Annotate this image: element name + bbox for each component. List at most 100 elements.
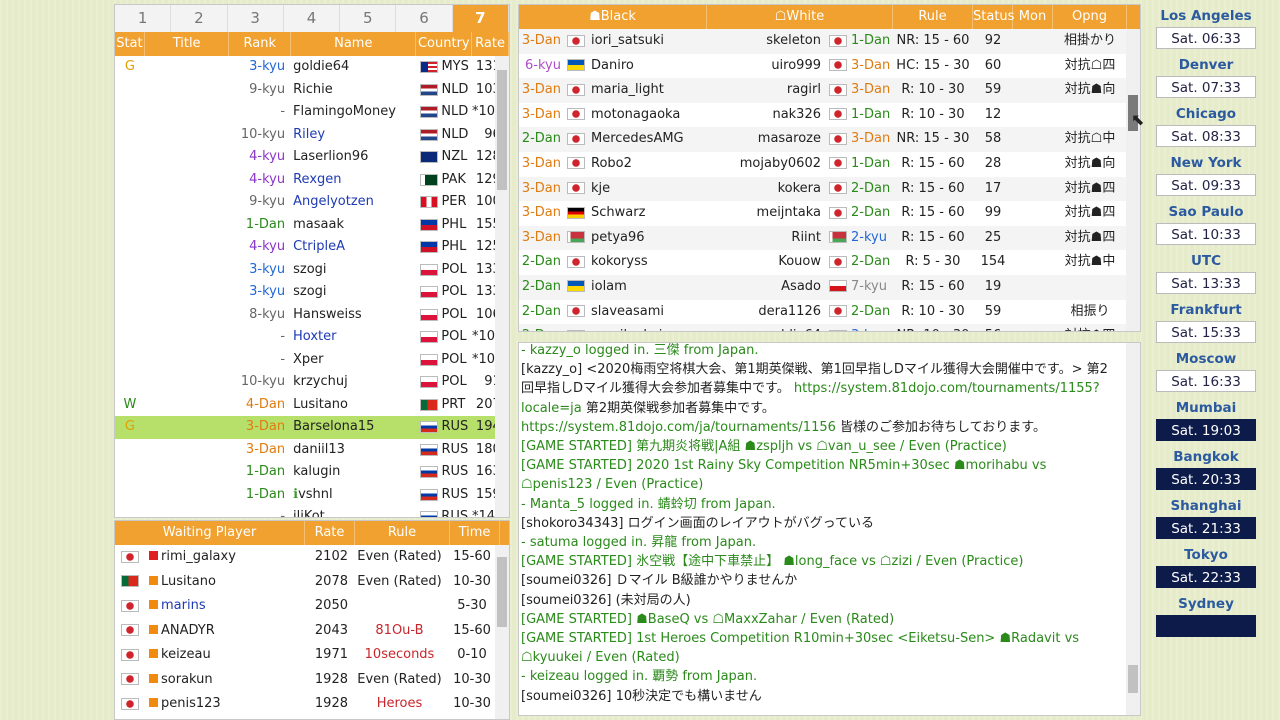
- game-row[interactable]: 2-Dan kokoryss Kouow 2-Dan R: 5 - 30 154 対抗☗中: [519, 250, 1140, 275]
- player-name[interactable]: krzychuj: [291, 371, 416, 394]
- player-row[interactable]: 10-kyukrzychujPOL914: [115, 371, 509, 394]
- black-player[interactable]: iori_satsuki: [589, 29, 707, 54]
- black-player[interactable]: Schwarz: [589, 201, 707, 226]
- player-name[interactable]: Barselona15: [291, 416, 416, 439]
- waiting-player-name[interactable]: sorakun: [161, 668, 302, 693]
- white-player[interactable]: meijntaka: [707, 201, 825, 226]
- player-row[interactable]: 1-Dan masaak PHL 1551: [115, 214, 509, 237]
- column-header-title[interactable]: Title: [145, 32, 230, 56]
- player-name[interactable]: FlamingoMoney: [291, 101, 416, 124]
- waiting-row[interactable]: rimi_galaxy 2102 Even (Rated) 15-60: [115, 545, 509, 570]
- column-header-rate[interactable]: Rate: [472, 32, 509, 56]
- game-row[interactable]: 3-Dan maria_light ragirl 3-Dan R: 10 - 30 59 対…: [519, 78, 1140, 103]
- white-player[interactable]: Kouow: [707, 250, 825, 275]
- game-row[interactable]: 2-Dan iolam Asado 7-kyu R: 15 - 60 19: [519, 274, 1140, 300]
- page-tab[interactable]: 5: [340, 5, 397, 32]
- game-row[interactable]: 2-Dan MercedesAMG masaroze 3-Dan NR: 15 - 30…: [519, 127, 1140, 152]
- games-scrollbar[interactable]: [1126, 29, 1140, 331]
- player-name[interactable]: CtripleA: [291, 236, 416, 259]
- player-row[interactable]: 3-Dan daniil13 RUS 1800: [115, 439, 509, 462]
- white-player[interactable]: uiro999: [707, 54, 825, 79]
- waiting-row[interactable]: Lusitano 2078 Even (Rated) 10-30: [115, 570, 509, 595]
- white-player[interactable]: masaroze: [707, 127, 825, 152]
- player-name[interactable]: Xper: [291, 349, 416, 372]
- games-col-0[interactable]: ☗Black: [519, 5, 707, 29]
- column-header-name[interactable]: Name: [291, 32, 417, 56]
- player-row[interactable]: 10-kyuRileyNLD961: [115, 124, 509, 147]
- waiting-player-name[interactable]: ANADYR: [161, 619, 302, 644]
- waiting-scroll-thumb[interactable]: [497, 557, 507, 627]
- player-name[interactable]: Riley: [291, 124, 416, 147]
- waiting-player-name[interactable]: keizeau: [161, 643, 302, 668]
- waiting-player-name[interactable]: Lusitano: [161, 570, 302, 595]
- waiting-row[interactable]: sorakun 1928 Even (Rated) 10-30: [115, 668, 509, 693]
- games-col-4[interactable]: Mon: [1013, 5, 1053, 29]
- white-player[interactable]: goldie64: [707, 324, 825, 331]
- player-row[interactable]: 9-kyu Angelyotzen PER 1000: [115, 191, 509, 214]
- white-player[interactable]: kokera: [707, 177, 825, 202]
- black-player[interactable]: gmailgakuin: [589, 324, 707, 331]
- column-header-stat[interactable]: Stat: [115, 32, 145, 56]
- game-row[interactable]: 3-Dan Robo2 mojaby0602 1-Dan R: 15 - 60 28 対抗☗…: [519, 152, 1140, 177]
- waiting-row[interactable]: ANADYR 2043 81Ou-B 15-60: [115, 619, 509, 644]
- games-col-2[interactable]: Rule: [893, 5, 973, 29]
- player-name[interactable]: kalugin: [291, 461, 416, 484]
- game-row[interactable]: 3-Dan Schwarz meijntaka 2-Dan R: 15 - 60 99 対抗…: [519, 201, 1140, 226]
- black-player[interactable]: kokoryss: [589, 250, 707, 275]
- white-player[interactable]: nak326: [707, 103, 825, 128]
- game-row[interactable]: 3-Dan motonagaoka nak326 1-Dan R: 10 - 30 12: [519, 103, 1140, 128]
- waiting-player-name[interactable]: marins: [161, 594, 302, 619]
- player-name[interactable]: Lusitano: [291, 394, 416, 417]
- player-row[interactable]: - Xper POL *1010: [115, 349, 509, 372]
- waiting-col-rule[interactable]: Rule: [355, 521, 450, 545]
- black-player[interactable]: Robo2: [589, 152, 707, 177]
- player-name[interactable]: Rexgen: [291, 169, 416, 192]
- player-row[interactable]: 1-Dan kalugin RUS 1633: [115, 461, 509, 484]
- white-player[interactable]: skeleton: [707, 29, 825, 54]
- game-row[interactable]: 3-Dan petya96 Riint 2-kyu R: 15 - 60 25 対抗☗四: [519, 225, 1140, 251]
- player-row[interactable]: G 3-kyu goldie64 MYS 1314: [115, 56, 509, 79]
- player-row[interactable]: - Hoxter POL *1020: [115, 326, 509, 349]
- game-row[interactable]: 3-Dan iori_satsuki skeleton 1-Dan NR: 15 - 6…: [519, 29, 1140, 54]
- player-name[interactable]: szogi: [291, 259, 416, 282]
- black-player[interactable]: slaveasami: [589, 300, 707, 325]
- column-header-country[interactable]: Country: [416, 32, 473, 56]
- player-list-scroll-thumb[interactable]: [497, 70, 507, 190]
- player-name[interactable]: Richie: [291, 79, 416, 102]
- player-name[interactable]: Hoxter: [291, 326, 416, 349]
- chat-scroll-thumb[interactable]: [1128, 665, 1138, 693]
- player-row[interactable]: 4-kyu CtripleA PHL 1258: [115, 236, 509, 259]
- page-tab[interactable]: 7: [452, 5, 509, 32]
- player-row[interactable]: 1-Dan ℹvshnl RUS 1593: [115, 484, 509, 507]
- player-row[interactable]: 4-kyu Rexgen PAK 1299: [115, 169, 509, 192]
- white-player[interactable]: mojaby0602: [707, 152, 825, 177]
- black-player[interactable]: maria_light: [589, 78, 707, 103]
- player-row[interactable]: 9-kyu Richie NLD 1030: [115, 79, 509, 102]
- player-row[interactable]: 3-kyu szogi POL 1330: [115, 259, 509, 282]
- game-row[interactable]: 6-kyu Daniro uiro999 3-Dan HC: 15 - 30 60 対抗☖四: [519, 54, 1140, 79]
- player-row[interactable]: G 3-Dan Barselona15 RUS 1944: [115, 416, 509, 439]
- white-player[interactable]: ragirl: [707, 78, 825, 103]
- white-player[interactable]: Riint: [707, 226, 825, 251]
- games-col-1[interactable]: ☖White: [707, 5, 893, 29]
- game-row[interactable]: 2-Dan gmailgakuingoldie64 3-kyuNR: 10 - 30…: [519, 324, 1140, 331]
- player-name[interactable]: daniil13: [291, 439, 416, 462]
- games-col-5[interactable]: Opng: [1053, 5, 1127, 29]
- chat-scrollbar[interactable]: [1126, 343, 1140, 715]
- black-player[interactable]: motonagaoka: [589, 103, 707, 128]
- player-row[interactable]: - iliKot RUS *1425: [115, 506, 509, 517]
- column-header-rank[interactable]: Rank: [229, 32, 292, 56]
- black-player[interactable]: kje: [589, 177, 707, 202]
- white-player[interactable]: dera1126: [707, 300, 825, 325]
- waiting-row[interactable]: marins 2050 5-30: [115, 594, 509, 619]
- waiting-player-name[interactable]: rimi_galaxy: [161, 545, 302, 570]
- white-player[interactable]: Asado: [707, 275, 825, 300]
- page-tab[interactable]: 1: [115, 5, 172, 32]
- page-tab[interactable]: 3: [228, 5, 284, 32]
- black-player[interactable]: Daniro: [589, 54, 707, 79]
- waiting-scrollbar[interactable]: [495, 545, 509, 719]
- player-name[interactable]: Angelyotzen: [291, 191, 416, 214]
- page-tab[interactable]: 6: [396, 5, 453, 32]
- game-row[interactable]: 2-Dan slaveasami dera1126 2-Dan R: 10 - 30 59…: [519, 300, 1140, 325]
- waiting-row[interactable]: penis123 1928 Heroes 10-30: [115, 692, 509, 717]
